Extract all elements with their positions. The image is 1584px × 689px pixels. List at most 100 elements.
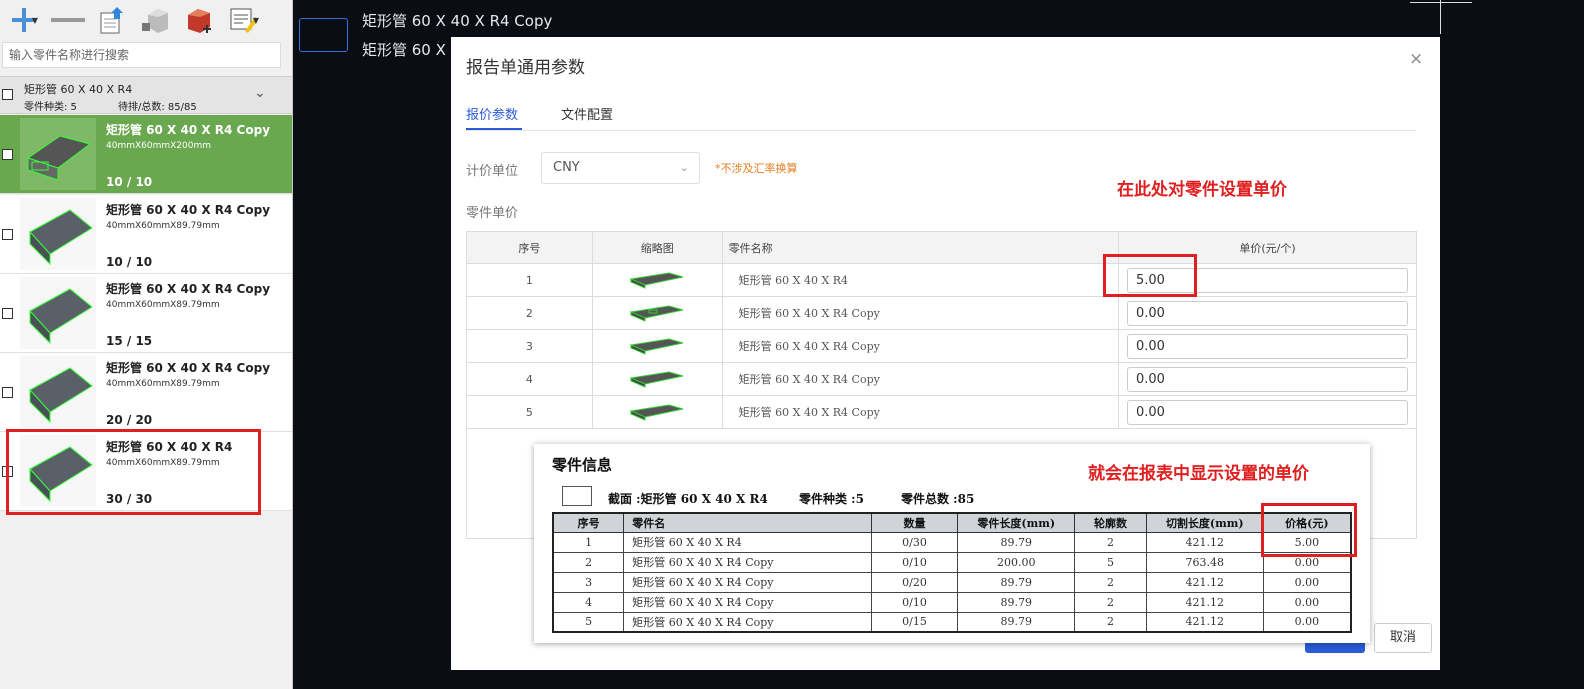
table-row: 2 矩形管 60 X 40 X R4 Copy 0.00 bbox=[466, 296, 1418, 330]
close-icon[interactable]: × bbox=[1409, 49, 1423, 69]
group-pending: 待排/总数: 85/85 bbox=[118, 102, 197, 113]
group-checkbox[interactable] bbox=[2, 89, 13, 100]
report-col-length: 零件长度(mm) bbox=[957, 512, 1076, 533]
unit-label: 计价单位 bbox=[466, 164, 519, 179]
part-group-header[interactable]: 矩形管 60 X 40 X R4 零件种类: 5 待排/总数: 85/85 ⌄ bbox=[0, 76, 292, 114]
report-col-no: 序号 bbox=[552, 512, 625, 533]
dialog-title: 报告单通用参数 bbox=[466, 58, 585, 78]
unit-price-input[interactable]: 0.00 bbox=[1126, 333, 1408, 359]
row-part-name: 矩形管 60 X 40 X R4 Copy bbox=[721, 362, 1119, 396]
row-price-cell: 0.00 bbox=[1117, 362, 1418, 396]
report-cell: 421.12 bbox=[1145, 611, 1264, 633]
currency-value: CNY bbox=[553, 160, 580, 175]
part-count: 10 / 10 bbox=[106, 175, 153, 189]
part-item[interactable]: 矩形管 60 X 40 X R4 Copy 40mmX60mmX200mm 10… bbox=[0, 115, 292, 194]
report-section-thumbnail bbox=[562, 486, 592, 506]
report-cell: 5 bbox=[1074, 551, 1147, 573]
column-header-thumb: 缩略图 bbox=[591, 231, 723, 264]
report-cell: 421.12 bbox=[1145, 591, 1264, 613]
unit-price-input[interactable]: 0.00 bbox=[1126, 300, 1408, 326]
import-button[interactable] bbox=[94, 4, 130, 36]
row-no: 1 bbox=[466, 263, 593, 297]
report-kinds: 零件种类 :5 bbox=[799, 492, 864, 506]
add-button[interactable]: ▼ bbox=[6, 4, 42, 36]
report-cell: 89.79 bbox=[957, 531, 1076, 553]
row-no: 5 bbox=[466, 395, 593, 429]
unit-note: *不涉及汇率换算 bbox=[715, 162, 798, 175]
part-item[interactable]: 矩形管 60 X 40 X R4 Copy 40mmX60mmX89.79mm … bbox=[0, 274, 292, 353]
report-cell: 矩形管 60 X 40 X R4 Copy bbox=[623, 611, 872, 633]
part-item[interactable]: 矩形管 60 X 40 X R4 Copy 40mmX60mmX89.79mm … bbox=[0, 353, 292, 432]
column-header-no: 序号 bbox=[466, 231, 593, 264]
cancel-button[interactable]: 取消 bbox=[1374, 623, 1432, 653]
part-size: 40mmX60mmX89.79mm bbox=[106, 300, 220, 310]
search-input[interactable]: 输入零件名称进行搜索 bbox=[2, 42, 281, 68]
report-cell: 200.00 bbox=[957, 551, 1076, 573]
chevron-down-icon[interactable]: ⌄ bbox=[254, 85, 266, 101]
table-row: 1 矩形管 60 X 40 X R4 0/30 89.79 2 421.12 5.00 bbox=[552, 531, 1352, 553]
add-material-button[interactable] bbox=[182, 4, 218, 36]
report-cell: 矩形管 60 X 40 X R4 Copy bbox=[623, 571, 872, 593]
part-thumbnail bbox=[20, 198, 96, 270]
part-size: 40mmX60mmX89.79mm bbox=[106, 221, 220, 231]
annotation-set-price: 在此处对零件设置单价 bbox=[1117, 180, 1287, 200]
part-count: 10 / 10 bbox=[106, 255, 153, 269]
table-row: 3 矩形管 60 X 40 X R4 Copy 0.00 bbox=[466, 329, 1418, 363]
report-total: 零件总数 :85 bbox=[901, 492, 975, 506]
part-checkbox[interactable] bbox=[2, 387, 13, 398]
extrude-button[interactable] bbox=[138, 4, 174, 36]
row-thumbnail bbox=[591, 362, 723, 396]
tab-quote-params[interactable]: 报价参数 bbox=[466, 104, 518, 123]
unit-price-input[interactable]: 0.00 bbox=[1126, 399, 1408, 425]
report-cell: 763.48 bbox=[1145, 551, 1264, 573]
report-cell: 421.12 bbox=[1145, 571, 1264, 593]
table-row: 5 矩形管 60 X 40 X R4 Copy 0.00 bbox=[466, 395, 1418, 429]
parts-panel: ▼ ▼ 输入零件名称进行搜索 矩形管 60 X 40 X R4 零件种类: 5 … bbox=[0, 0, 293, 689]
part-thumbnail bbox=[20, 356, 96, 428]
remove-button[interactable] bbox=[50, 4, 86, 36]
part-checkbox[interactable] bbox=[2, 308, 13, 319]
crosshair-horizontal bbox=[1410, 2, 1472, 3]
canvas-title-secondary: 矩形管 60 X bbox=[362, 41, 446, 59]
row-price-cell: 0.00 bbox=[1117, 395, 1418, 429]
report-cell: 2 bbox=[552, 551, 625, 573]
table-row: 1 矩形管 60 X 40 X R4 5.00 bbox=[466, 263, 1418, 297]
import-document-icon bbox=[100, 7, 123, 34]
report-cell: 1 bbox=[552, 531, 625, 553]
canvas-title: 矩形管 60 X 40 X R4 Copy bbox=[362, 12, 553, 30]
report-cell: 0/15 bbox=[870, 611, 959, 633]
part-checkbox[interactable] bbox=[2, 229, 13, 240]
edit-report-button[interactable]: ▼ bbox=[226, 4, 262, 36]
report-cell: 0/10 bbox=[870, 591, 959, 613]
report-cell: 矩形管 60 X 40 X R4 bbox=[623, 531, 872, 553]
report-cell: 0.00 bbox=[1262, 611, 1352, 633]
crosshair-vertical bbox=[1440, 0, 1441, 34]
unit-price-input[interactable]: 0.00 bbox=[1126, 366, 1408, 392]
part-name: 矩形管 60 X 40 X R4 Copy bbox=[106, 282, 271, 296]
tab-file-config[interactable]: 文件配置 bbox=[561, 104, 613, 123]
report-col-name: 零件名 bbox=[623, 512, 872, 533]
report-col-cut-length: 切割长度(mm) bbox=[1145, 512, 1264, 533]
cube-icon bbox=[142, 9, 168, 33]
row-price-cell: 0.00 bbox=[1117, 296, 1418, 330]
part-size: 40mmX60mmX89.79mm bbox=[106, 379, 220, 389]
report-cell: 89.79 bbox=[957, 591, 1076, 613]
part-name: 矩形管 60 X 40 X R4 Copy bbox=[106, 361, 271, 375]
part-thumbnail bbox=[20, 277, 96, 349]
report-cell: 2 bbox=[1074, 591, 1147, 613]
report-cell: 421.12 bbox=[1145, 531, 1264, 553]
annotation-report-price-highlight bbox=[1261, 503, 1357, 557]
row-part-name: 矩形管 60 X 40 X R4 Copy bbox=[721, 329, 1119, 363]
chevron-down-icon: ▼ bbox=[252, 15, 260, 25]
row-price-cell: 0.00 bbox=[1117, 329, 1418, 363]
active-tab-indicator bbox=[466, 128, 522, 130]
row-no: 3 bbox=[466, 329, 593, 363]
part-checkbox[interactable] bbox=[2, 149, 13, 160]
report-cell: 5 bbox=[552, 611, 625, 633]
currency-select[interactable]: CNY ⌄ bbox=[541, 152, 700, 184]
part-size: 40mmX60mmX200mm bbox=[106, 141, 212, 151]
part-thumbnail bbox=[20, 118, 96, 190]
part-item[interactable]: 矩形管 60 X 40 X R4 Copy 40mmX60mmX89.79mm … bbox=[0, 195, 292, 274]
report-section: 截面 :矩形管 60 X 40 X R4 bbox=[608, 492, 768, 506]
group-title: 矩形管 60 X 40 X R4 bbox=[24, 83, 133, 96]
